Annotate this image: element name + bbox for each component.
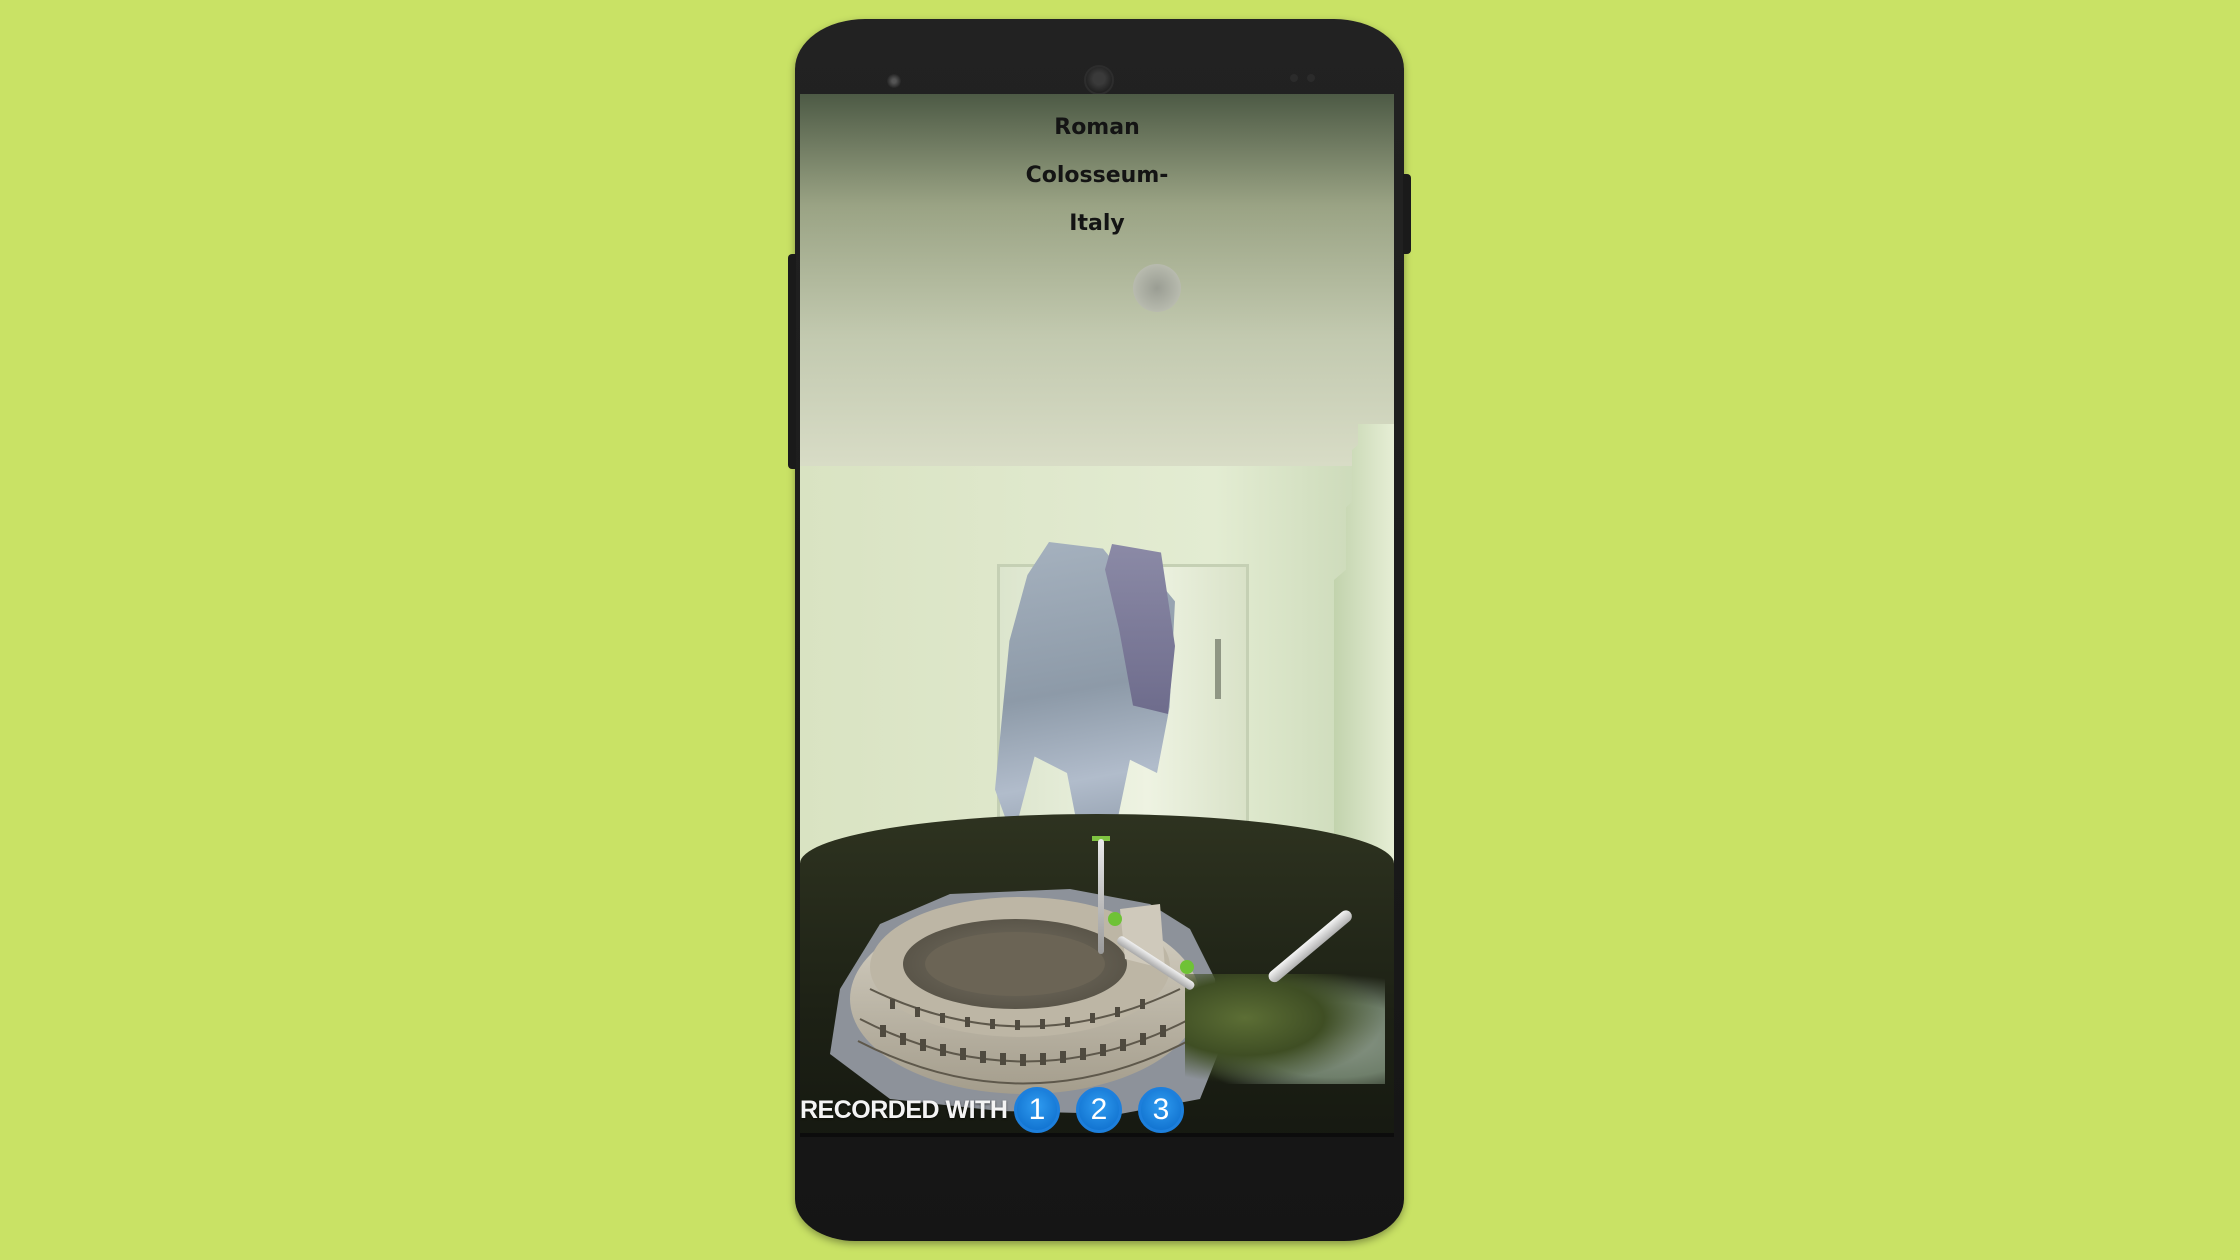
- recorder-logo-badge-1: 1: [1014, 1087, 1060, 1133]
- front-camera-icon: [887, 74, 901, 88]
- sensor-dot: [1307, 74, 1315, 82]
- recorded-with-label: RECORDED WITH: [800, 1096, 1008, 1124]
- door-handle: [1215, 639, 1221, 699]
- power-button: [1403, 174, 1411, 254]
- title-line-3: Italy: [1069, 211, 1125, 236]
- title-line-2: Colosseum-: [1025, 163, 1169, 188]
- title-line-1: Roman: [1054, 115, 1140, 140]
- sensor-dot: [1290, 74, 1298, 82]
- place-title: Roman Colosseum- Italy: [800, 94, 1394, 248]
- ar-camera-view[interactable]: Roman Colosseum- Italy RECORDED WITH 1 2…: [800, 94, 1394, 1134]
- speaker-grille-icon: [1084, 65, 1114, 95]
- transform-gizmo-y-axis[interactable]: [1098, 839, 1104, 954]
- recording-watermark: RECORDED WITH 1 2 3: [800, 1084, 1240, 1134]
- recorder-logo-badge-3: 3: [1138, 1087, 1184, 1133]
- model-greenery: [1185, 974, 1385, 1084]
- ceiling-light: [1133, 264, 1181, 312]
- gizmo-handle[interactable]: [1108, 912, 1122, 926]
- volume-button: [788, 254, 796, 469]
- recorder-logo-badge-2: 2: [1076, 1087, 1122, 1133]
- screen-bottom-edge: [800, 1133, 1394, 1137]
- gizmo-handle[interactable]: [1180, 960, 1194, 974]
- colosseum-3d-model[interactable]: [820, 849, 1240, 1124]
